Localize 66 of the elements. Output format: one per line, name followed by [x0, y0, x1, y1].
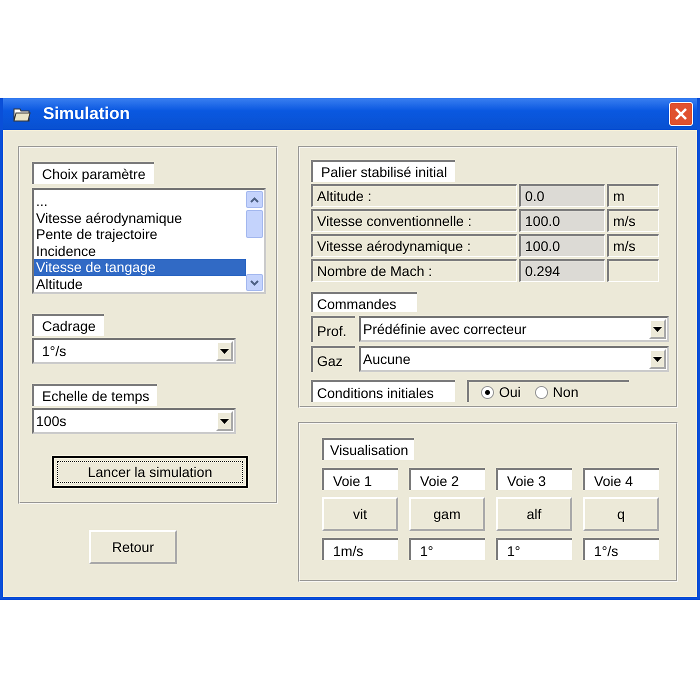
list-item[interactable]: Vitesse de tangage	[34, 259, 246, 276]
value-field: 0.294	[519, 259, 605, 282]
scroll-up-button[interactable]	[246, 191, 263, 208]
section-label: Cadrage	[32, 314, 104, 336]
list-item[interactable]: Pente de trajectoire	[34, 226, 246, 243]
variable-button[interactable]: q	[583, 497, 659, 531]
caret-icon	[220, 348, 229, 354]
field-label: Vitesse aérodynamique :	[311, 234, 517, 257]
option-label: Non	[552, 384, 578, 400]
unit-label: m	[607, 184, 659, 207]
parameter-list[interactable]: ... Vitesse aérodynamique Pente de trajectoire Incidence Vitesse de tangage Altitude	[32, 188, 266, 294]
section-label: Visualisation	[322, 438, 414, 460]
scroll-down-button[interactable]	[246, 274, 263, 291]
scale-field[interactable]: 1°	[496, 538, 572, 560]
chevron-up-icon	[250, 196, 259, 202]
variable-button[interactable]: alf	[496, 497, 572, 531]
option-label: Oui	[499, 384, 521, 400]
scale-field[interactable]: 1m/s	[322, 538, 398, 560]
chevron-down-icon	[250, 280, 259, 286]
framing-dropdown[interactable]: 1°/s	[32, 338, 236, 364]
dropdown-button[interactable]	[216, 341, 233, 361]
section-label: Echelle de temps	[32, 384, 158, 406]
command-dropdown[interactable]: Aucune	[359, 346, 669, 372]
scale-field[interactable]: 1°/s	[583, 538, 659, 560]
close-icon	[674, 107, 688, 121]
scale-field[interactable]: 1°	[409, 538, 485, 560]
variable-button[interactable]: gam	[409, 497, 485, 531]
channel-label: Voie 4	[583, 468, 659, 490]
list-item[interactable]: Incidence	[34, 242, 246, 260]
caret-icon	[653, 356, 662, 362]
section-label: Choix paramètre	[32, 162, 154, 184]
field-label: Prof.	[311, 316, 355, 342]
list-item[interactable]: ...	[34, 193, 246, 210]
unit-field	[607, 259, 659, 282]
value-field: 100.0	[519, 209, 605, 232]
launch-button[interactable]: Lancer la simulation	[52, 456, 248, 488]
value-field: 100.0	[519, 234, 605, 257]
channel-label: Voie 1	[322, 468, 398, 490]
caret-icon	[220, 418, 229, 424]
list-item[interactable]: Altitude	[34, 276, 246, 293]
time-scale-dropdown[interactable]: 100s	[32, 408, 236, 434]
unit-label: m/s	[607, 234, 659, 257]
dropdown-button[interactable]	[216, 411, 233, 431]
dropdown-button[interactable]	[649, 319, 666, 339]
field-label: Nombre de Mach :	[311, 259, 517, 282]
back-button[interactable]: Retour	[89, 530, 177, 564]
variable-button[interactable]: vit	[322, 497, 398, 531]
section-label: Commandes	[311, 292, 417, 312]
unit-label: m/s	[607, 209, 659, 232]
window-title: Simulation	[43, 104, 130, 124]
dropdown-button[interactable]	[649, 349, 666, 369]
field-label: Gaz	[311, 346, 355, 372]
field-label: Conditions initiales	[311, 380, 455, 402]
list-item[interactable]: Vitesse aérodynamique	[34, 210, 246, 226]
section-label: Palier stabilisé initial	[311, 160, 456, 182]
channel-label: Voie 2	[409, 468, 485, 490]
radio-option[interactable]: Non	[534, 384, 578, 400]
field-label: Vitesse conventionnelle :	[311, 209, 517, 232]
close-button[interactable]	[669, 102, 693, 126]
field-label: Altitude :	[311, 184, 517, 207]
radio-option[interactable]: Oui	[481, 384, 521, 400]
value-field: 0.0	[519, 184, 605, 207]
caret-icon	[653, 326, 662, 332]
command-dropdown[interactable]: Prédéfinie avec correcteur	[359, 316, 669, 342]
channel-label: Voie 3	[496, 468, 572, 490]
scroll-thumb[interactable]	[246, 210, 263, 238]
